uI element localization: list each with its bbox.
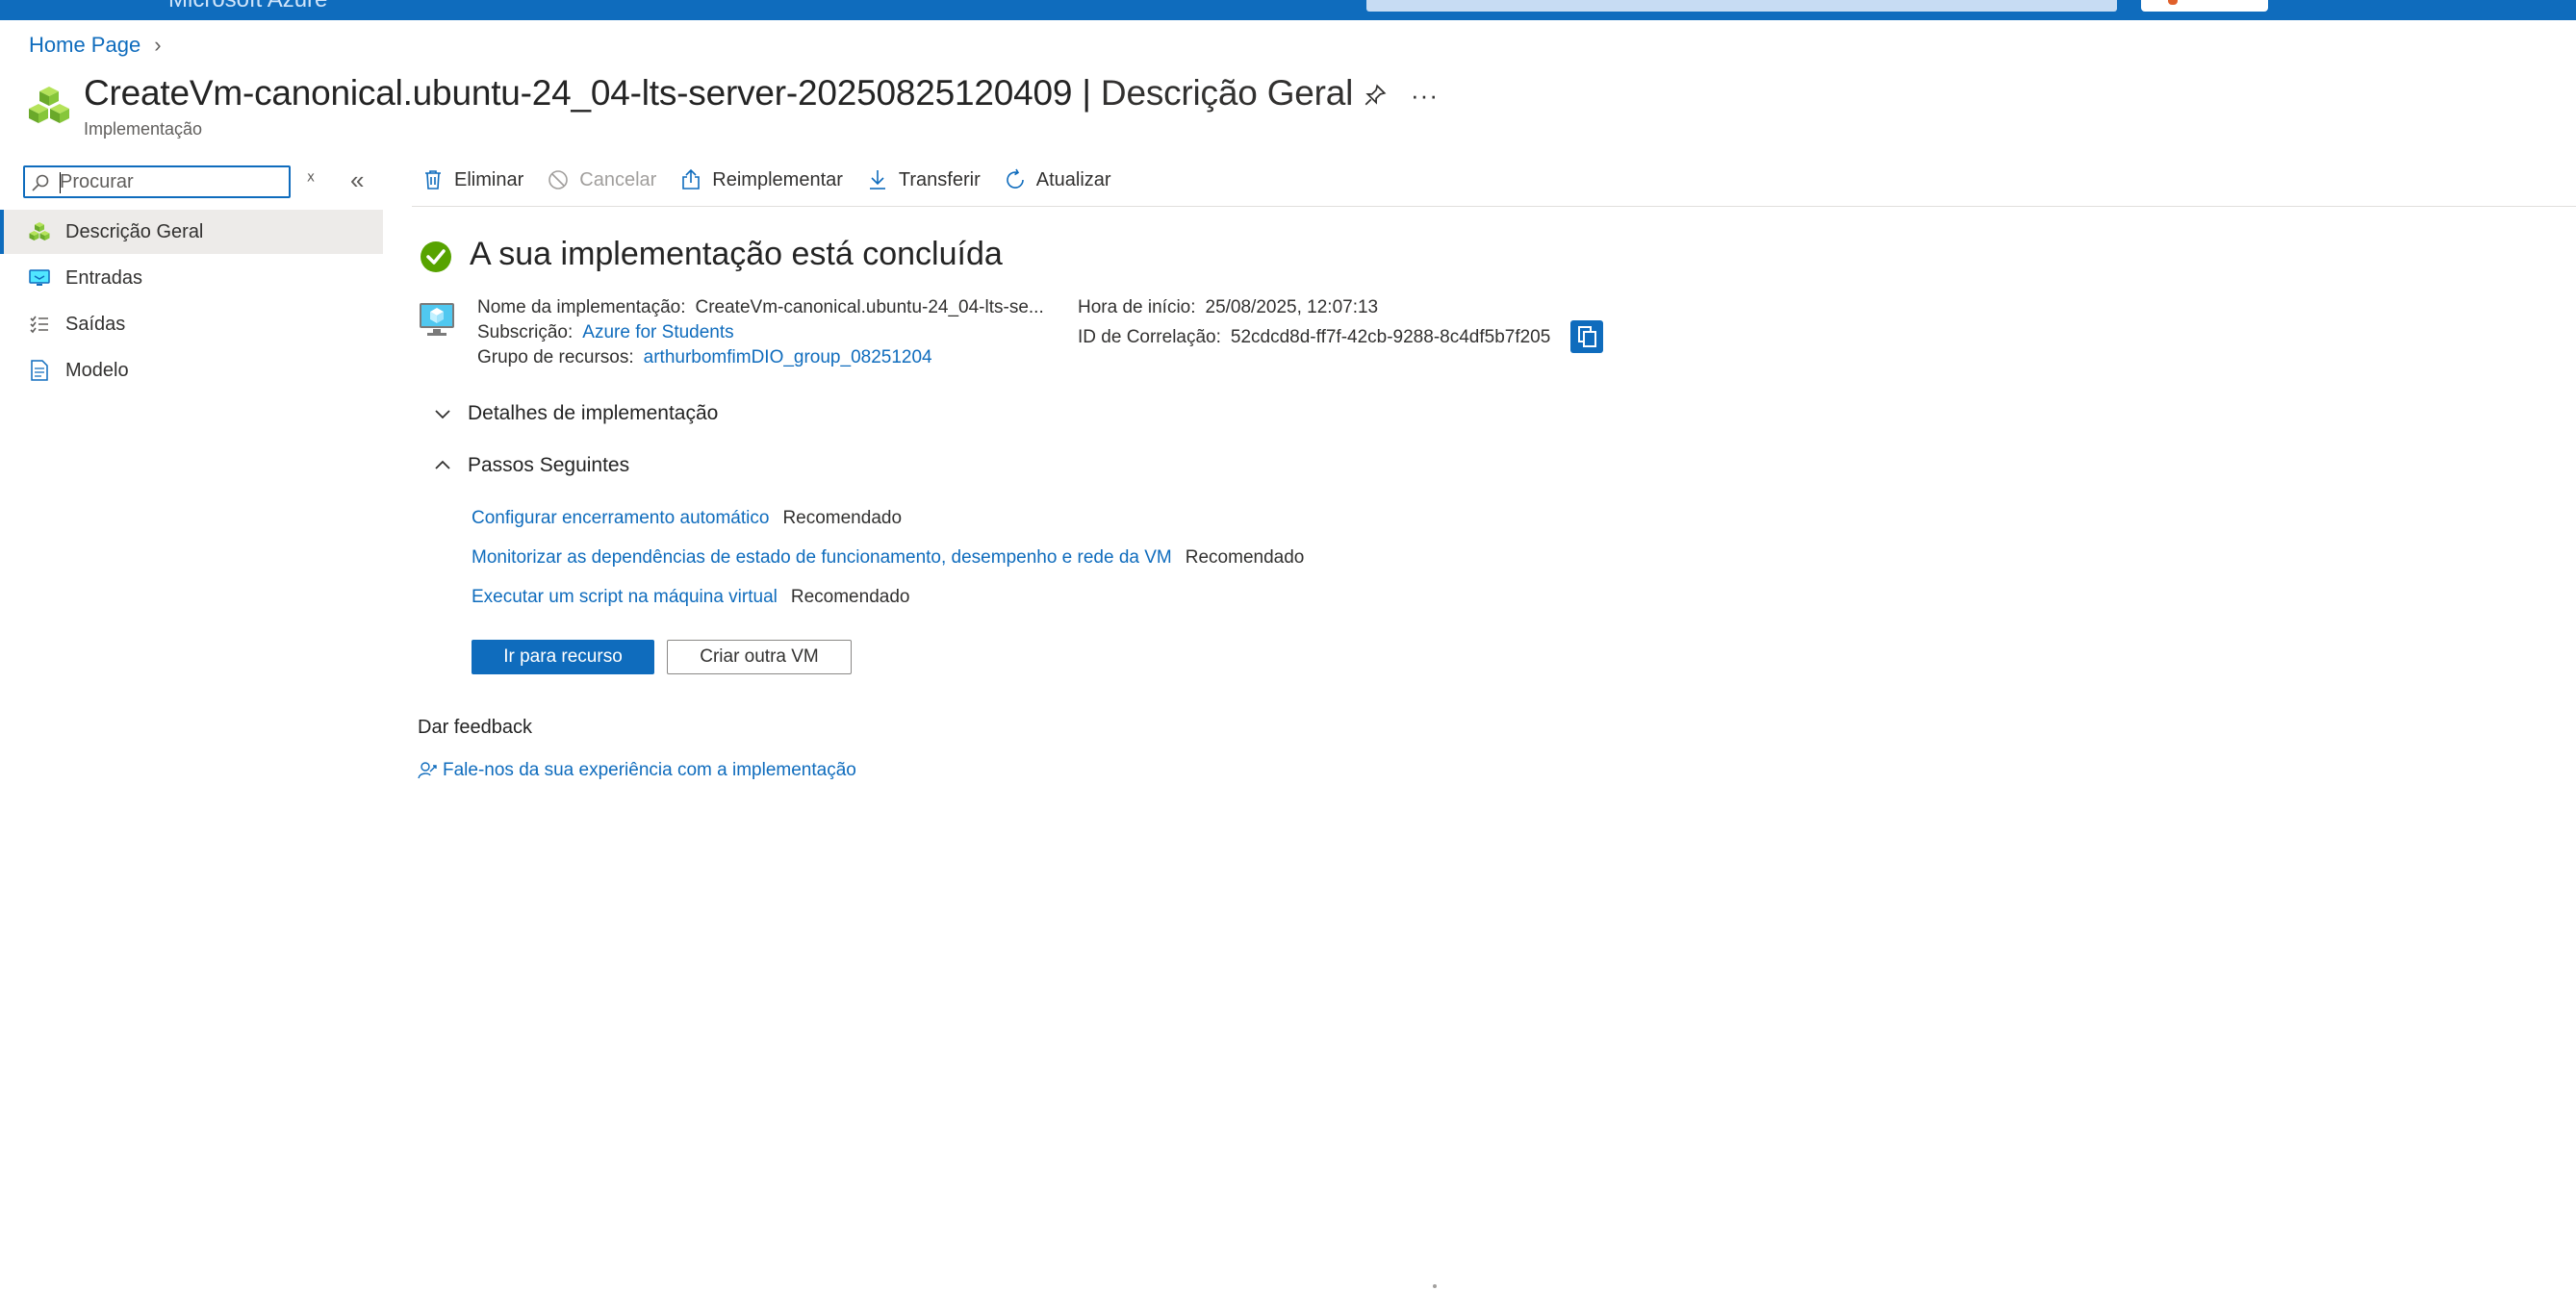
breadcrumb: Home Page ›	[29, 33, 162, 58]
title-separator: |	[1082, 73, 1091, 113]
go-to-resource-button[interactable]: Ir para recurso	[472, 640, 654, 674]
recommended-tag: Recomendado	[782, 508, 903, 528]
redeploy-button[interactable]: Reimplementar	[679, 168, 843, 191]
pin-icon[interactable]	[1363, 83, 1388, 108]
next-step-item: Executar um script na máquina virtual Rec…	[472, 587, 909, 608]
chevron-down-icon	[435, 410, 450, 419]
start-time-row: Hora de início: 25/08/2025, 12:07:13	[1078, 297, 1378, 318]
download-label: Transferir	[898, 168, 981, 190]
next-step-link[interactable]: Executar um script na máquina virtual	[472, 587, 778, 607]
success-check-icon	[421, 241, 451, 272]
correlation-row: ID de Correlação: 52cdcd8d-ff7f-42cb-9288…	[1078, 327, 1550, 348]
resource-group-label: Grupo de recursos:	[477, 347, 634, 367]
delete-button[interactable]: Eliminar	[421, 168, 523, 191]
download-icon	[869, 170, 885, 190]
refresh-label: Atualizar	[1035, 168, 1111, 190]
text-caret	[60, 172, 61, 193]
next-steps-toggle[interactable]: Passos Seguintes	[433, 454, 629, 477]
deployment-details-label: Detalhes de implementação	[468, 402, 719, 424]
top-bar: Microsoft Azure	[0, 0, 2576, 20]
sidebar-item-entradas[interactable]: Entradas	[0, 256, 383, 300]
next-step-link[interactable]: Monitorizar as dependências de estado de…	[472, 547, 1172, 568]
delete-label: Eliminar	[454, 168, 524, 190]
more-options-icon[interactable]: ···	[1411, 81, 1439, 111]
next-step-item: Configurar encerramento automático Recome…	[472, 508, 902, 529]
upload-icon	[682, 168, 701, 190]
page-subtitle: Implementação	[84, 119, 203, 139]
virtual-machine-icon	[420, 303, 454, 336]
sidebar-item-saidas[interactable]: Saídas	[0, 302, 383, 346]
subscription-label: Subscrição:	[477, 322, 574, 342]
sidebar-item-label: Descrição Geral	[65, 220, 204, 242]
download-button[interactable]: Transferir	[866, 168, 981, 191]
correlation-value: 52cdcd8d-ff7f-42cb-9288-8c4df5b7f205	[1230, 327, 1551, 347]
trash-icon	[425, 170, 441, 190]
collapse-menu-icon[interactable]: «	[350, 165, 364, 195]
start-time-label: Hora de início:	[1078, 297, 1196, 317]
deployment-details-toggle[interactable]: Detalhes de implementação	[433, 402, 718, 425]
next-steps-label: Passos Seguintes	[468, 454, 630, 476]
chevron-up-icon	[435, 460, 450, 469]
deployment-name-row: Nome da implementação: CreateVm-canonical…	[477, 297, 1044, 318]
copilot-icon	[2168, 0, 2178, 5]
deployment-name-title: CreateVm-canonical.ubuntu-24_04-lts-serv…	[84, 73, 1073, 113]
outputs-list-icon	[27, 312, 52, 337]
copy-to-clipboard-button[interactable]	[1570, 320, 1603, 353]
toolbar-divider	[412, 206, 2576, 207]
cancel-label: Cancelar	[579, 168, 657, 190]
clear-search-icon[interactable]: ᕽ	[306, 169, 316, 193]
search-icon	[32, 174, 49, 191]
subscription-link[interactable]: Azure for Students	[582, 322, 733, 342]
recommended-tag: Recomendado	[790, 587, 910, 607]
redeploy-label: Reimplementar	[712, 168, 843, 190]
brand-label[interactable]: Microsoft Azure	[168, 0, 327, 13]
global-search-input[interactable]	[1366, 0, 2117, 12]
create-another-vm-button[interactable]: Criar outra VM	[667, 640, 852, 674]
copy-icon	[1578, 326, 1596, 347]
resource-group-link[interactable]: arthurbomfimDIO_group_08251204	[644, 347, 932, 367]
page-title: CreateVm-canonical.ubuntu-24_04-lts-serv…	[84, 73, 1353, 114]
sidebar-item-label: Entradas	[65, 266, 143, 289]
cancel-button[interactable]: Cancelar	[547, 168, 656, 191]
sidebar-item-modelo[interactable]: Modelo	[0, 348, 383, 392]
cancel-icon	[548, 170, 569, 190]
feedback-link-label: Fale-nos da sua experiência com a implem…	[443, 760, 856, 780]
sidebar-item-descricao-geral[interactable]: Descrição Geral	[0, 210, 383, 254]
deployment-name-label: Nome da implementação:	[477, 297, 686, 317]
title-section: Descrição Geral	[1100, 73, 1354, 113]
chevron-right-icon: ›	[154, 33, 162, 57]
correlation-label: ID de Correlação:	[1078, 327, 1221, 347]
next-step-link[interactable]: Configurar encerramento automático	[472, 508, 769, 528]
feedback-title: Dar feedback	[418, 717, 532, 738]
menu-search-input[interactable]	[60, 169, 281, 194]
resource-group-row: Grupo de recursos: arthurbomfimDIO_group_…	[477, 347, 932, 368]
inputs-monitor-icon	[27, 266, 52, 291]
deployment-status-title: A sua implementação está concluída	[470, 236, 1003, 272]
refresh-button[interactable]: Atualizar	[1004, 168, 1111, 191]
scroll-indicator	[1433, 1284, 1437, 1288]
next-step-item: Monitorizar as dependências de estado de…	[472, 547, 1304, 569]
cubes-icon	[27, 219, 52, 244]
refresh-icon	[1006, 168, 1024, 189]
deployment-name-value: CreateVm-canonical.ubuntu-24_04-lts-se..…	[695, 297, 1044, 317]
feedback-person-icon	[418, 762, 437, 779]
sidebar-item-label: Saídas	[65, 313, 126, 335]
sidebar-item-label: Modelo	[65, 359, 129, 381]
recommended-tag: Recomendado	[1185, 547, 1305, 568]
copilot-button[interactable]	[2141, 0, 2268, 12]
subscription-row: Subscrição: Azure for Students	[477, 322, 734, 343]
feedback-link[interactable]: Fale-nos da sua experiência com a implem…	[418, 760, 856, 781]
template-doc-icon	[27, 358, 52, 383]
command-bar: Eliminar Cancelar Reimplementar Transfer…	[421, 164, 1135, 196]
menu-search-box[interactable]	[23, 165, 291, 198]
deployment-cubes-icon	[29, 87, 69, 123]
start-time-value: 25/08/2025, 12:07:13	[1205, 297, 1379, 317]
breadcrumb-home-link[interactable]: Home Page	[29, 33, 140, 58]
